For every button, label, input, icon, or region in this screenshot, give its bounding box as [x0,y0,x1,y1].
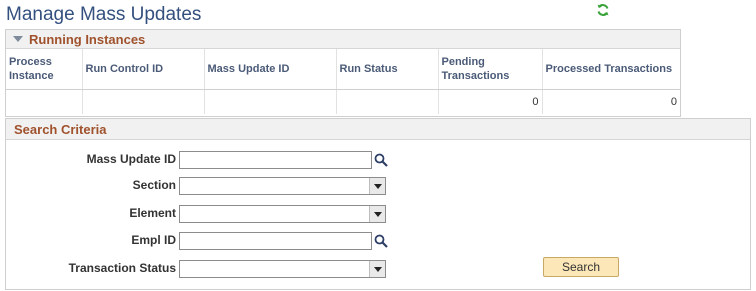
element-select[interactable] [179,205,386,223]
mass-update-id-input[interactable] [179,151,372,169]
column-header-mass-update-id: Mass Update ID [204,49,337,90]
chevron-down-icon [369,178,385,194]
search-criteria-panel: Search Criteria Mass Update ID Section E… [5,118,751,290]
chevron-down-icon [369,261,385,277]
page-title: Manage Mass Updates [6,4,202,25]
column-header-pending-transactions: Pending Transactions [438,49,543,90]
search-button[interactable]: Search [543,257,619,277]
empl-id-lookup-icon[interactable] [374,234,388,248]
mass-update-id-lookup-icon[interactable] [374,153,388,167]
element-label: Element [129,206,176,220]
column-header-processed-transactions: Processed Transactions [542,49,680,90]
empl-id-input[interactable] [179,232,372,250]
cell-run-control-id [82,89,205,114]
column-header-run-control-id: Run Control ID [82,49,205,90]
cell-process-instance [6,89,83,114]
chevron-down-icon [369,206,385,222]
transaction-status-select[interactable] [179,260,386,278]
cell-run-status [336,89,439,114]
refresh-icon[interactable] [596,3,610,17]
running-instances-grid: Running Instances Process Instance Run C… [5,29,681,117]
empl-id-label: Empl ID [131,233,176,247]
transaction-status-label: Transaction Status [68,261,176,275]
cell-processed-transactions: 0 [670,96,677,108]
search-criteria-header: Search Criteria [6,119,750,140]
table-row: 0 0 [6,89,680,114]
section-select[interactable] [179,177,386,195]
column-header-run-status: Run Status [336,49,439,90]
running-instances-header: Running Instances [6,30,680,49]
running-instances-table: Process Instance Run Control ID Mass Upd… [6,49,680,114]
mass-update-id-label: Mass Update ID [86,152,176,166]
search-criteria-title: Search Criteria [14,121,107,137]
collapse-triangle-icon[interactable] [13,36,23,42]
running-instances-title: Running Instances [29,31,146,47]
section-label: Section [132,178,176,192]
column-header-process-instance: Process Instance [6,49,83,90]
cell-mass-update-id [204,89,337,114]
cell-pending-transactions: 0 [438,89,543,114]
